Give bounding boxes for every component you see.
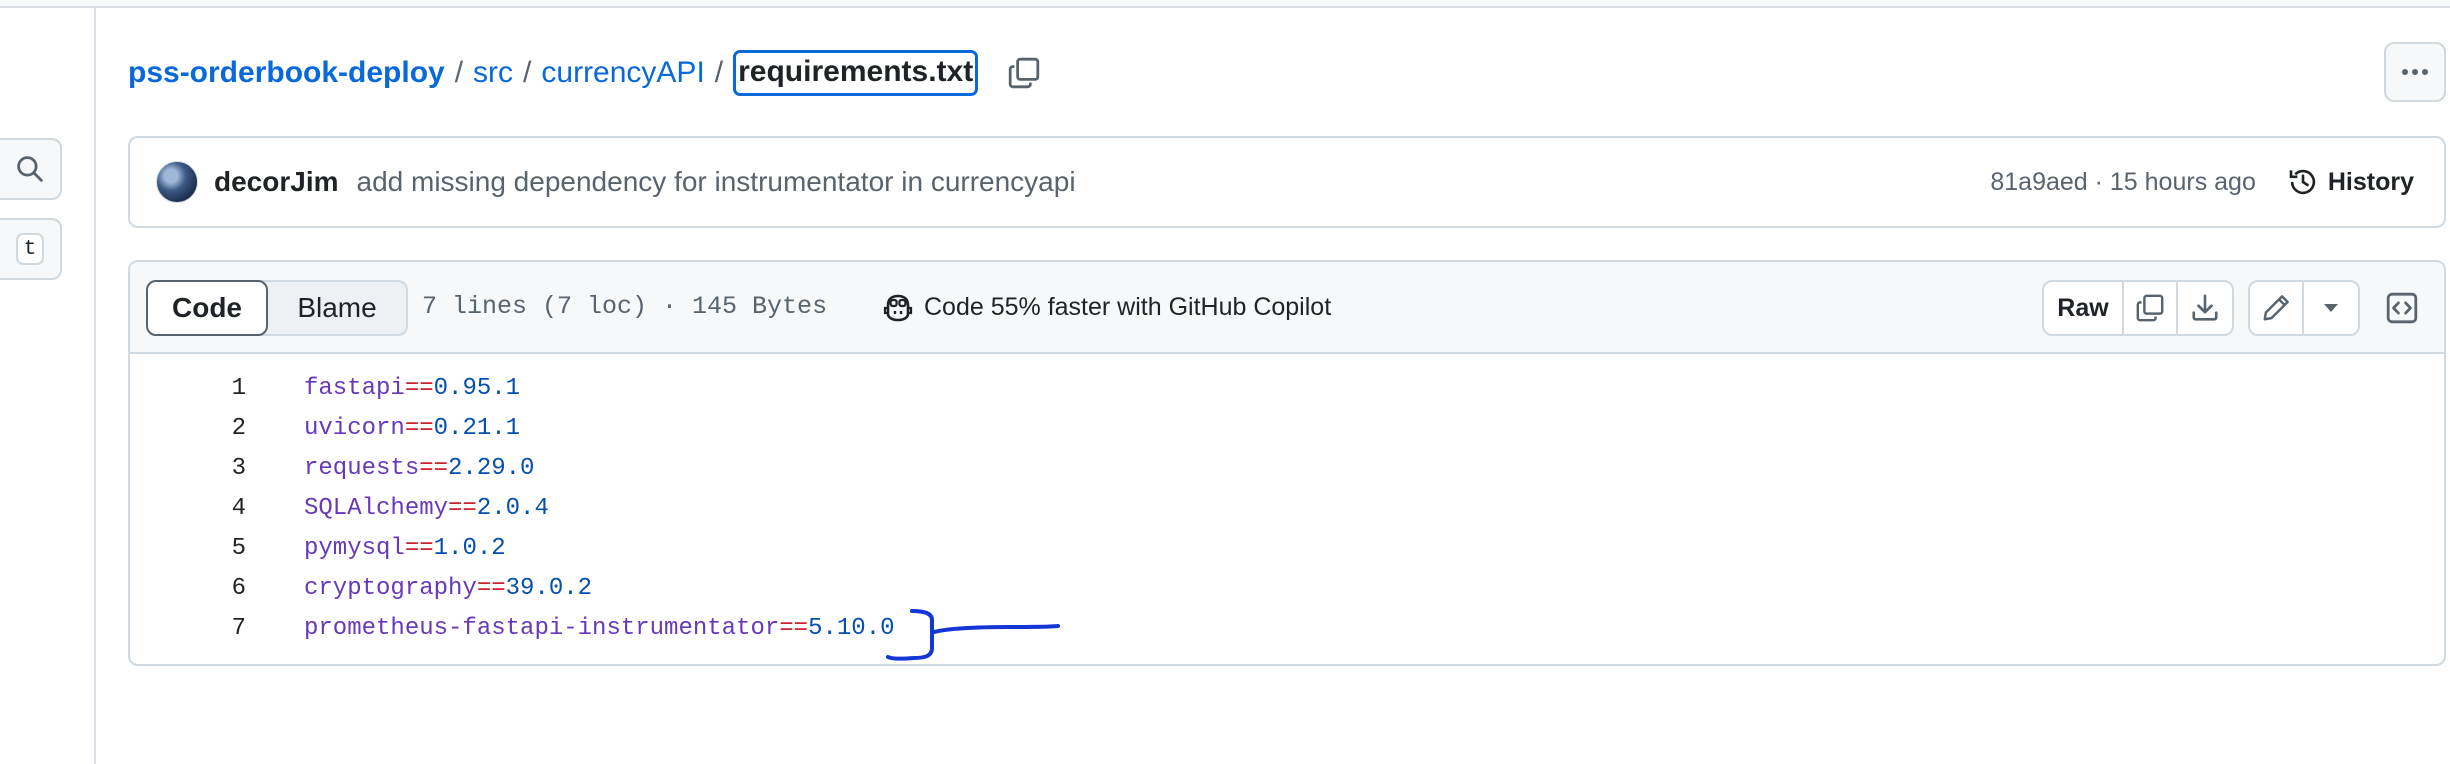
copilot-promo[interactable]: Code 55% faster with GitHub Copilot [882,292,1331,322]
version-operator: == [404,534,434,562]
commit-message[interactable]: add missing dependency for instrumentato… [357,166,1076,198]
view-toggle: Code Blame [146,280,408,336]
package-name: SQLAlchemy [304,494,449,522]
line-number[interactable]: 5 [130,535,246,562]
version-operator: == [448,494,477,522]
history-label: History [2327,167,2414,196]
code-line: 3 requests==2.29.0 [130,448,2444,488]
edit-file-button[interactable] [2250,282,2304,334]
version-operator: == [779,614,809,642]
version-number: 5.10.0 [808,614,895,642]
package-name: pymysql [304,534,405,562]
line-number[interactable]: 6 [130,575,246,602]
search-icon [17,156,43,182]
breadcrumb-currencyapi-link[interactable]: currencyAPI [541,56,704,90]
package-name: requests [304,454,420,482]
line-number[interactable]: 2 [130,415,246,442]
more-options-button[interactable] [2384,42,2446,102]
version-number: 2.29.0 [448,454,535,482]
file-search-button[interactable] [0,138,62,200]
edit-actions-group [2248,280,2360,336]
go-to-file-shortcut[interactable]: t [0,218,62,280]
breadcrumb-repo-link[interactable]: pss-orderbook-deploy [128,56,445,90]
symbols-panel-button[interactable] [2374,280,2430,336]
tab-blame[interactable]: Blame [268,282,406,334]
version-operator: == [404,414,434,442]
package-name: fastapi [304,374,405,402]
version-operator: == [419,454,449,482]
file-header: Code Blame 7 lines (7 loc) · 145 Bytes C… [130,262,2444,354]
edit-options-dropdown[interactable] [2304,282,2358,334]
kebab-horizontal-icon [2402,69,2428,75]
line-number[interactable]: 7 [130,615,246,642]
package-name: prometheus-fastapi-instrumentator [304,614,780,642]
commit-meta: 81a9aed · 15 hours ago History [1990,167,2414,197]
breadcrumb: pss-orderbook-deploy / src / currencyAPI… [128,48,1044,98]
history-button[interactable]: History [2288,167,2414,197]
breadcrumb-current-file: requirements.txt [733,50,979,96]
download-icon [2192,294,2218,321]
file-info: 7 lines (7 loc) · 145 Bytes [422,292,828,321]
breadcrumb-separator: / [454,56,464,89]
code-line: 7 prometheus-fastapi-instrumentator==5.10… [130,608,2444,648]
version-number: 39.0.2 [505,574,593,602]
latest-commit-bar: decorJim add missing dependency for inst… [128,136,2446,228]
download-button[interactable] [2178,282,2232,334]
version-operator: == [404,374,434,402]
code-line: 2 uvicorn==0.21.1 [130,408,2444,448]
code-square-icon [2386,292,2418,324]
breadcrumb-separator: / [714,56,724,89]
package-name: uvicorn [304,414,405,442]
raw-actions-group: Raw [2042,280,2234,336]
pencil-icon [2263,295,2289,321]
code-line: 6 cryptography==39.0.2 [130,568,2444,608]
version-number: 0.21.1 [433,414,521,442]
top-border [0,0,2450,8]
breadcrumb-separator: / [523,56,532,89]
avatar[interactable] [156,161,198,203]
tab-code[interactable]: Code [146,280,268,336]
code-line: 4 SQLAlchemy==2.0.4 [130,488,2444,528]
version-number: 2.0.4 [476,494,549,522]
copy-icon [2136,294,2164,322]
copilot-icon [883,294,913,322]
package-name: cryptography [304,574,477,602]
sidebar-divider [94,8,96,764]
copilot-text: Code 55% faster with GitHub Copilot [924,292,1332,321]
version-operator: == [476,574,506,602]
line-number[interactable]: 3 [130,455,246,482]
version-number: 1.0.2 [433,534,506,562]
shortcut-key: t [16,233,44,265]
code-line: 1 fastapi==0.95.1 [130,368,2444,408]
copy-raw-button[interactable] [2124,282,2178,334]
history-icon [2289,169,2315,195]
copy-path-button[interactable] [1004,53,1044,93]
code-lines: 1 fastapi==0.95.1 2 uvicorn==0.21.1 3 reque… [130,354,2444,648]
raw-button[interactable]: Raw [2044,282,2124,334]
line-number[interactable]: 4 [130,495,246,522]
breadcrumb-src-link[interactable]: src [473,56,513,90]
file-viewer: Code Blame 7 lines (7 loc) · 145 Bytes C… [128,260,2446,666]
triangle-down-icon [2324,304,2338,312]
code-line: 5 pymysql==1.0.2 [130,528,2444,568]
line-number[interactable]: 1 [130,375,246,402]
copy-icon [1009,57,1040,89]
commit-author[interactable]: decorJim [214,166,339,198]
version-number: 0.95.1 [433,374,521,402]
commit-sha-time[interactable]: 81a9aed · 15 hours ago [1990,168,2256,197]
